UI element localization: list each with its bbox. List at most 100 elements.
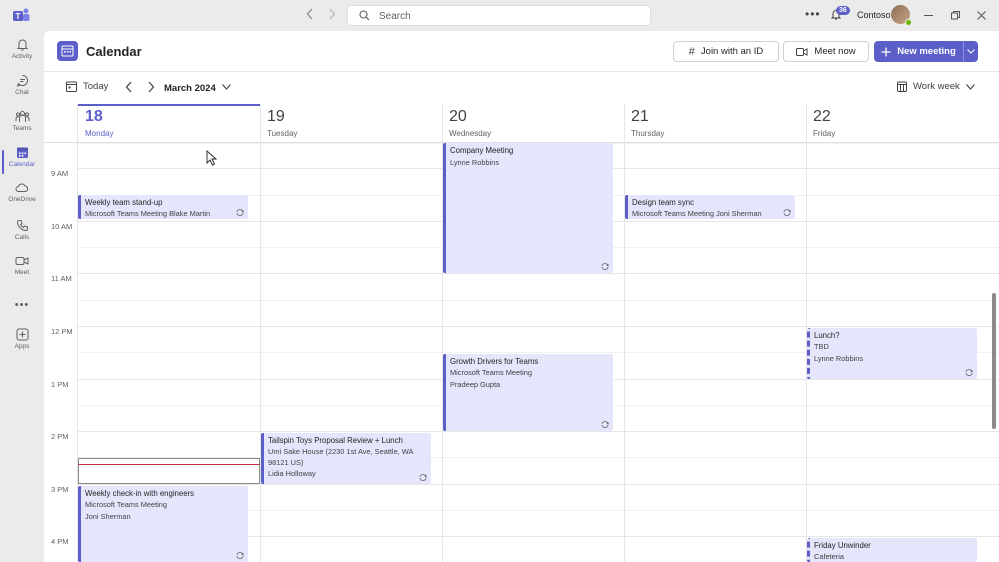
calendar-grid[interactable]: 9 AM 10 AM 11 AM 12 PM 1 PM 2 PM 3 PM 4 … bbox=[44, 143, 999, 562]
today-indicator bbox=[78, 104, 260, 106]
org-name[interactable]: Contoso bbox=[857, 10, 891, 20]
more-apps-icon[interactable]: ••• bbox=[0, 295, 44, 311]
event-organizer: Joni Sherman bbox=[85, 512, 131, 521]
time-label: 11 AM bbox=[51, 274, 72, 283]
event-location: Umi Sake House (2230 1st Ave, Seattle, W… bbox=[268, 447, 414, 467]
day-header-wednesday[interactable]: 20 Wednesday bbox=[442, 104, 624, 142]
join-with-id-label: Join with an ID bbox=[700, 46, 764, 57]
event-company-meeting[interactable]: Company Meeting Lynne Robbins bbox=[443, 143, 613, 273]
more-options-icon[interactable]: ••• bbox=[805, 7, 821, 21]
join-with-id-button[interactable]: # Join with an ID bbox=[673, 41, 779, 62]
event-tailspin-toys-review[interactable]: Tailspin Toys Proposal Review + Lunch Um… bbox=[261, 433, 431, 484]
day-header-tuesday[interactable]: 19 Tuesday bbox=[260, 104, 443, 142]
rail-item-onedrive[interactable]: OneDrive bbox=[0, 182, 44, 216]
view-selector[interactable]: Work week bbox=[897, 81, 975, 92]
today-button[interactable]: Today bbox=[66, 81, 108, 92]
day-number: 22 bbox=[813, 108, 831, 125]
rail-item-chat[interactable]: Chat bbox=[0, 74, 44, 108]
calendar-toolbar: Today March 2024 Work week bbox=[44, 72, 999, 104]
rail-item-calendar[interactable]: Calendar bbox=[0, 146, 44, 180]
search-icon bbox=[359, 10, 370, 21]
user-avatar[interactable] bbox=[891, 5, 912, 26]
app-rail: Activity Chat Teams Calendar OneDrive Ca… bbox=[0, 31, 44, 562]
back-arrow-icon[interactable] bbox=[306, 8, 314, 20]
event-location: Microsoft Teams Meeting bbox=[85, 500, 168, 509]
event-title: Tailspin Toys Proposal Review + Lunch bbox=[268, 436, 403, 445]
plus-icon bbox=[881, 47, 891, 56]
mouse-pointer-icon bbox=[206, 150, 217, 166]
event-organizer: Pradeep Gupta bbox=[450, 380, 501, 389]
search-input[interactable] bbox=[379, 8, 639, 24]
chat-icon bbox=[16, 75, 28, 87]
event-title: Company Meeting bbox=[450, 146, 514, 155]
event-title: Friday Unwinder bbox=[814, 541, 871, 550]
next-week-icon[interactable] bbox=[147, 81, 155, 93]
event-details: Microsoft Teams Meeting Joni Sherman bbox=[632, 209, 762, 218]
today-label: Today bbox=[83, 81, 109, 92]
event-organizer: Lidia Holloway bbox=[268, 469, 316, 478]
recurring-icon bbox=[419, 474, 427, 481]
previous-week-icon[interactable] bbox=[125, 81, 133, 93]
new-meeting-button[interactable]: New meeting bbox=[874, 41, 963, 62]
day-number: 19 bbox=[267, 108, 285, 125]
recurring-icon bbox=[236, 209, 244, 216]
event-weekly-checkin-engineers[interactable]: Weekly check-in with engineers Microsoft… bbox=[78, 486, 248, 562]
new-meeting-label: New meeting bbox=[897, 46, 956, 57]
event-growth-drivers[interactable]: Growth Drivers for Teams Microsoft Teams… bbox=[443, 354, 613, 431]
event-location: TBD bbox=[814, 342, 829, 351]
bell-icon bbox=[16, 39, 28, 51]
calendar-icon bbox=[16, 147, 28, 158]
event-weekly-team-standup[interactable]: Weekly team stand-up Microsoft Teams Mee… bbox=[78, 195, 248, 219]
teams-icon bbox=[15, 111, 29, 122]
calendar-view-icon bbox=[897, 81, 907, 92]
current-time-line bbox=[78, 464, 260, 465]
cloud-icon bbox=[15, 183, 29, 192]
rail-item-calls[interactable]: Calls bbox=[0, 219, 44, 253]
page-title: Calendar bbox=[86, 44, 142, 59]
day-number: 20 bbox=[449, 108, 467, 125]
day-name: Wednesday bbox=[449, 129, 492, 138]
rail-item-activity[interactable]: Activity bbox=[0, 38, 44, 72]
video-icon bbox=[15, 257, 29, 265]
new-meeting-dropdown[interactable] bbox=[963, 41, 978, 62]
restore-icon[interactable] bbox=[951, 11, 960, 20]
title-bar: T ••• 36 Contoso bbox=[0, 0, 999, 31]
day-name: Thursday bbox=[631, 129, 665, 138]
meet-now-button[interactable]: Meet now bbox=[783, 41, 869, 62]
event-title: Growth Drivers for Teams bbox=[450, 357, 539, 366]
time-label: 2 PM bbox=[51, 432, 69, 441]
time-label: 4 PM bbox=[51, 537, 69, 546]
event-friday-unwinder[interactable]: Friday Unwinder Cafeteria bbox=[807, 538, 977, 562]
day-header-monday[interactable]: 18 Monday bbox=[78, 104, 260, 142]
minimize-icon[interactable] bbox=[924, 11, 933, 20]
selected-time-slot[interactable] bbox=[78, 458, 260, 484]
calendar-today-icon bbox=[66, 81, 77, 92]
rail-label: Chat bbox=[15, 89, 29, 96]
time-label: 3 PM bbox=[51, 485, 69, 494]
time-label: 10 AM bbox=[51, 222, 73, 231]
video-icon bbox=[796, 47, 808, 56]
day-header-friday[interactable]: 22 Friday bbox=[806, 104, 988, 142]
month-picker[interactable]: March 2024 bbox=[164, 83, 216, 94]
chevron-down-icon bbox=[965, 83, 975, 90]
rail-label: Apps bbox=[14, 343, 30, 350]
search-box[interactable] bbox=[347, 5, 651, 26]
presence-available-icon bbox=[905, 19, 912, 26]
chevron-down-icon[interactable] bbox=[222, 84, 231, 90]
rail-item-teams[interactable]: Teams bbox=[0, 110, 44, 144]
teams-logo-icon: T bbox=[13, 8, 30, 21]
rail-item-meet[interactable]: Meet bbox=[0, 255, 44, 289]
vertical-scrollbar[interactable] bbox=[992, 293, 996, 429]
recurring-icon bbox=[783, 209, 791, 216]
day-header-thursday[interactable]: 21 Thursday bbox=[624, 104, 806, 142]
forward-arrow-icon[interactable] bbox=[328, 8, 336, 20]
add-apps-icon bbox=[16, 328, 28, 341]
day-number: 18 bbox=[85, 108, 103, 125]
event-organizer: Lynne Robbins bbox=[814, 354, 864, 363]
rail-item-apps[interactable]: Apps bbox=[0, 328, 44, 362]
event-lunch[interactable]: Lunch? TBD Lynne Robbins bbox=[807, 328, 977, 379]
event-design-team-sync[interactable]: Design team sync Microsoft Teams Meeting… bbox=[625, 195, 795, 219]
close-icon[interactable] bbox=[977, 11, 986, 20]
rail-label: Teams bbox=[12, 125, 32, 132]
recurring-icon bbox=[965, 369, 973, 376]
